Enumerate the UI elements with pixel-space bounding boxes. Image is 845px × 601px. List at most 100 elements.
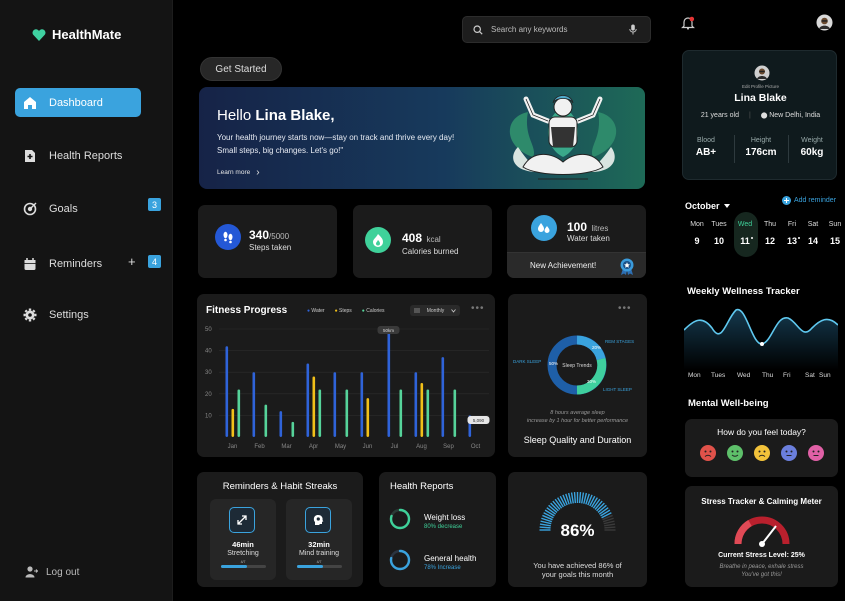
user-name: Lina Blake, (255, 107, 335, 124)
habit-progress-value: 4/7 (240, 560, 246, 564)
calendar-day[interactable]: Sat 14 (802, 221, 824, 246)
x-tick-label: Jan (228, 444, 238, 450)
calories-value: 408 kcal (402, 231, 441, 245)
wellness-day-label: Mon (688, 372, 701, 379)
sidebar-item-health-reports[interactable]: Health Reports (15, 141, 141, 170)
notification-bell-icon[interactable] (681, 16, 695, 30)
bar-water (360, 372, 364, 437)
calendar-day-name: Mon (690, 221, 704, 228)
gauge-tick (581, 492, 585, 504)
app-name: HealthMate (52, 27, 122, 42)
calendar-day[interactable]: Tues 10 (708, 221, 730, 246)
goals-badge: 3 (148, 198, 161, 211)
gear-icon (23, 308, 37, 321)
calendar-day-number: 9 (694, 236, 700, 246)
meditation-illustration (509, 95, 617, 180)
sidebar-item-dashboard[interactable]: Dashboard (15, 88, 141, 117)
welcome-banner: Hello Lina Blake, Your health journey st… (199, 87, 645, 189)
bar-water (441, 357, 445, 437)
profile-avatar[interactable] (754, 65, 770, 81)
x-tick-label: Mar (281, 444, 291, 450)
goals-caption-1: You have achieved 86% of (533, 561, 622, 570)
stress-meter-gauge (734, 516, 790, 547)
bar-calories (291, 421, 295, 437)
achievement-label: New Achievement! (530, 261, 597, 270)
mood-face-icon[interactable] (700, 445, 716, 461)
x-tick-label: May (335, 444, 346, 450)
wellness-day-label: Sat (805, 372, 815, 379)
sidebar-item-reminders[interactable]: Reminders (15, 249, 141, 278)
calories-label: Calories burned (402, 247, 459, 256)
wellness-title: Weekly Wellness Tracker (687, 286, 800, 297)
sidebar-item-settings[interactable]: Settings (15, 300, 141, 329)
event-dot (751, 237, 753, 239)
learn-more-link[interactable]: Learn more › (217, 167, 260, 178)
calendar-day[interactable]: Wed 11 (734, 221, 756, 246)
bar-water (279, 411, 283, 437)
calendar-day-number: 15 (829, 236, 840, 246)
profile-blood: Blood AB+ (695, 137, 717, 158)
y-tick-label: 40 (205, 349, 212, 355)
add-reminder-button[interactable]: Add reminder (782, 196, 836, 205)
user-avatar[interactable] (816, 14, 833, 31)
calendar-day-name: Wed (737, 221, 753, 228)
sleep-dark-percent: 50% (549, 361, 558, 366)
achievement-banner[interactable]: New Achievement! (507, 252, 646, 278)
habit-mind-training[interactable]: 32min Mind training 4/7 (286, 499, 352, 580)
welcome-line-1: Your health journey starts now—stay on t… (217, 133, 455, 142)
brand[interactable]: HealthMate (32, 27, 121, 42)
calendar-day[interactable]: Sun 15 (824, 221, 845, 246)
habit-stretching[interactable]: 46min Stretching 4/7 (210, 499, 276, 580)
footsteps-icon (215, 224, 241, 250)
microphone-icon[interactable] (629, 24, 637, 35)
general-health-ring (389, 549, 411, 571)
stress-quote-2: You've got this! (741, 572, 782, 578)
sleep-light-percent: 30% (587, 379, 596, 384)
calendar-day[interactable]: Thu 12 (759, 221, 781, 246)
logout-label: Log out (46, 566, 80, 578)
month-selector[interactable]: October (685, 201, 730, 211)
mood-face-icon[interactable] (808, 445, 824, 461)
profile-card: Edit Profile Picture Lina Blake 21 years… (682, 50, 837, 180)
add-reminder-plus-icon[interactable]: + (128, 254, 136, 269)
mood-face-icon[interactable] (781, 445, 797, 461)
x-tick-label: Jun (363, 444, 373, 450)
bar-steps (231, 408, 235, 437)
bar-calories (237, 389, 241, 437)
sidebar-item-label: Health Reports (49, 149, 123, 162)
stress-quote: Breathe in peace, exhale stress You've g… (685, 563, 838, 579)
mood-card: How do you feel today? (685, 419, 838, 477)
edit-profile-link[interactable]: Edit Profile Picture (683, 84, 838, 89)
mood-face-icon[interactable] (754, 445, 770, 461)
x-tick-label: Jul (391, 444, 399, 450)
habit-label: Stretching (227, 550, 259, 557)
report-sub: 78% Increase (424, 565, 461, 571)
y-tick-label: 50 (205, 327, 212, 333)
chart-tooltip: 50km (377, 326, 400, 334)
report-label: General health (424, 554, 477, 563)
brain-head-icon (305, 507, 331, 533)
location-pin-icon: ⬤ (760, 113, 770, 119)
mental-title: Mental Well-being (688, 398, 769, 409)
calendar-day-name: Thu (763, 221, 777, 228)
sleep-caption: 8 hours average sleep increase by 1 hour… (508, 409, 647, 425)
calendar-day[interactable]: Mon 9 (686, 221, 708, 246)
get-started-button[interactable]: Get Started (200, 57, 282, 81)
goals-caption: You have achieved 86% of your goals this… (508, 561, 647, 579)
sleep-card: ••• Sleep Trends 20% 50% 30% REM STAGES … (508, 294, 647, 457)
sidebar-item-goals[interactable]: Goals (15, 194, 141, 223)
profile-weight: Weight 60kg (800, 137, 824, 158)
fitness-bar-chart: 10 20 30 40 50 Jan Feb Mar Apr May Jun Jul Aug Sep Oct… (205, 326, 490, 450)
sleep-center-label: Sleep Trends (562, 363, 592, 369)
month-label: October (685, 201, 720, 211)
bar-water (225, 346, 229, 437)
habit-title: Reminders & Habit Streaks (222, 481, 338, 492)
mood-face-icon[interactable] (727, 445, 743, 461)
greeting-heading: Hello Lina Blake, (217, 107, 335, 124)
calendar-day-name: Sat (807, 221, 819, 228)
calendar-day[interactable]: Fri 13 (781, 221, 803, 246)
logout-button[interactable]: Log out (25, 566, 79, 578)
x-tick-label: Sep (443, 444, 454, 450)
bar-calories (318, 389, 322, 437)
search-input[interactable] (491, 25, 621, 34)
